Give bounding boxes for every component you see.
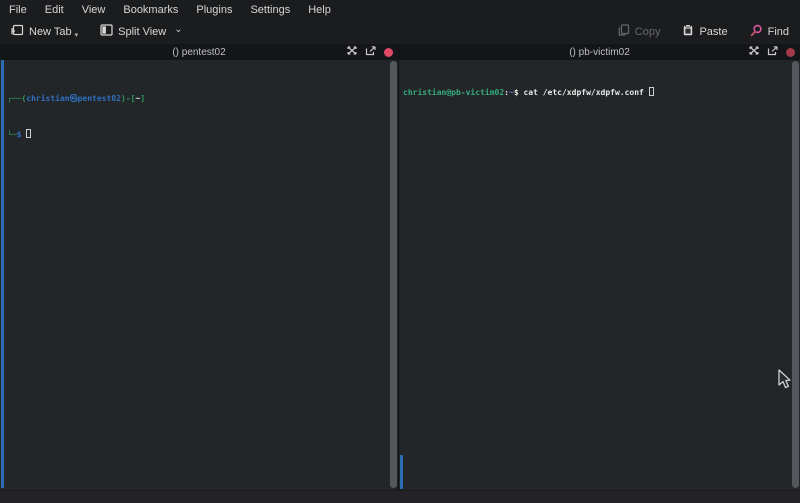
- copy-label: Copy: [635, 26, 661, 38]
- pane-pb-victim02: () pb-victim02: [399, 44, 800, 490]
- new-tab-caret-icon: ▾: [75, 32, 79, 39]
- close-pane-button-right[interactable]: [786, 48, 795, 57]
- prompt-line: christian@pb-victim02:~$ cat /etc/xdpfw/…: [403, 87, 654, 99]
- menu-view[interactable]: View: [82, 4, 106, 16]
- scroll-position-indicator: [400, 455, 403, 489]
- new-tab-icon: [11, 24, 24, 39]
- menu-help[interactable]: Help: [308, 4, 331, 16]
- terminal-pentest02[interactable]: ┌──(christian㉿pentest02)-[~] └─$: [0, 60, 398, 490]
- toolbar: New Tab ▾ Split View ⌄: [0, 19, 800, 44]
- new-tab-button[interactable]: New Tab ▾: [8, 22, 81, 41]
- close-pane-button-left[interactable]: [384, 48, 393, 57]
- pane-header-left[interactable]: () pentest02: [0, 44, 398, 60]
- paste-button[interactable]: Paste: [679, 22, 730, 41]
- split-view-button[interactable]: Split View ⌄: [97, 22, 186, 41]
- terminal-cursor-right: [649, 87, 654, 96]
- terminal-cursor-left: [26, 129, 31, 138]
- scrollbar-right-pane[interactable]: [792, 61, 799, 488]
- konsole-window: File Edit View Bookmarks Plugins Setting…: [0, 0, 800, 503]
- prompt-line-1: ┌──(christian㉿pentest02)-[~]: [7, 93, 145, 105]
- pane-header-right-icons: [749, 44, 795, 60]
- split-view-chevron-icon: ⌄: [174, 24, 182, 35]
- active-pane-indicator: [1, 60, 4, 488]
- detach-tab-icon[interactable]: [767, 46, 778, 59]
- pane-header-right[interactable]: () pb-victim02: [399, 44, 800, 60]
- terminal-pb-victim02[interactable]: christian@pb-victim02:~$ cat /etc/xdpfw/…: [399, 60, 800, 490]
- mouse-pointer-icon: [777, 369, 792, 390]
- menu-bar: File Edit View Bookmarks Plugins Setting…: [0, 0, 800, 19]
- menu-settings[interactable]: Settings: [250, 4, 290, 16]
- copy-icon: [618, 24, 630, 39]
- terminal-left-text: ┌──(christian㉿pentest02)-[~] └─$: [7, 69, 145, 165]
- menu-plugins[interactable]: Plugins: [196, 4, 232, 16]
- pane-pentest02: () pentest02: [0, 44, 399, 490]
- pane-header-left-icons: [347, 44, 393, 60]
- split-container: () pentest02: [0, 44, 800, 490]
- find-icon: [750, 24, 763, 40]
- menu-bookmarks[interactable]: Bookmarks: [123, 4, 178, 16]
- pane-title-right: () pb-victim02: [569, 47, 630, 58]
- find-label: Find: [768, 26, 789, 38]
- pane-title-left: () pentest02: [172, 47, 225, 58]
- split-view-icon: [100, 24, 113, 39]
- menu-file[interactable]: File: [9, 4, 27, 16]
- scrollbar-left-pane[interactable]: [390, 61, 397, 488]
- toolbar-right-group: Copy Paste: [615, 22, 792, 42]
- scrollbar-thumb-left[interactable]: [390, 61, 397, 488]
- paste-icon: [682, 24, 694, 39]
- terminal-right-text: christian@pb-victim02:~$ cat /etc/xdpfw/…: [403, 63, 654, 123]
- paste-label: Paste: [699, 26, 727, 38]
- maximize-split-icon[interactable]: [347, 46, 357, 58]
- find-button[interactable]: Find: [747, 22, 792, 42]
- window-bottom-edge: [0, 490, 800, 503]
- maximize-split-icon[interactable]: [749, 46, 759, 58]
- detach-tab-icon[interactable]: [365, 46, 376, 59]
- toolbar-left-group: New Tab ▾ Split View ⌄: [8, 22, 186, 41]
- scrollbar-thumb-right[interactable]: [792, 61, 799, 488]
- prompt-line-2: └─$: [7, 129, 145, 141]
- menu-edit[interactable]: Edit: [45, 4, 64, 16]
- copy-button[interactable]: Copy: [615, 22, 664, 41]
- new-tab-label: New Tab: [29, 26, 72, 38]
- split-view-label: Split View: [118, 26, 166, 38]
